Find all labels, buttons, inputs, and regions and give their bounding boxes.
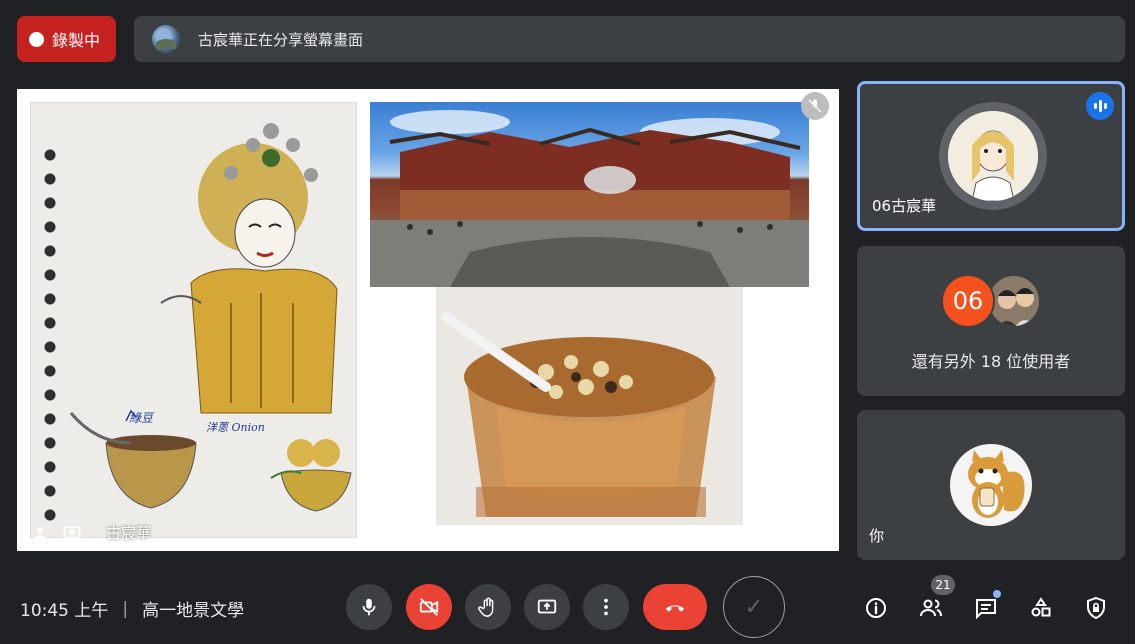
more-vert-icon — [604, 598, 608, 616]
avatar-image — [948, 111, 1038, 201]
camera-off-icon — [419, 598, 439, 616]
chat-notification-dot — [993, 590, 1001, 598]
meeting-separator: | — [122, 598, 129, 619]
record-dot-icon — [29, 31, 44, 47]
people-button[interactable] — [917, 594, 945, 622]
host-controls-button[interactable] — [1082, 594, 1110, 622]
screen-share-banner: 古宸華正在分享螢幕畫面 — [134, 16, 1125, 62]
participant-name: 你 — [869, 527, 885, 545]
others-count-text: 還有另外 18 位使用者 — [911, 352, 1071, 371]
participant-name: 06古宸華 — [872, 197, 937, 215]
meeting-info: 10:45 上午 | 高一地景文學 — [20, 596, 245, 622]
check-icon: ✓ — [744, 594, 764, 620]
present-button[interactable] — [524, 584, 570, 630]
check-button[interactable]: ✓ — [723, 576, 785, 638]
shield-lock-icon — [1087, 596, 1105, 620]
people-count-badge: 21 — [931, 575, 955, 595]
avatar — [987, 274, 1041, 328]
presenter-label: 古宸華 — [30, 522, 151, 543]
speaking-indicator-icon — [1086, 92, 1114, 120]
people-icon — [920, 599, 942, 617]
avatar — [950, 444, 1032, 526]
person-icon — [30, 523, 50, 543]
present-screen-icon — [537, 599, 557, 614]
others-avatars: 06 — [941, 274, 1041, 328]
present-screen-icon — [62, 523, 82, 543]
meet-window: 錄製中 古宸華正在分享螢幕畫面 綠豆 洋蔥 Onion 古宸華 06古宸華 06… — [0, 0, 1135, 644]
participant-initial-badge: 06 — [941, 274, 995, 328]
participant-tile-speaker[interactable]: 06古宸華 — [857, 81, 1125, 231]
avatar — [939, 102, 1047, 210]
mic-off-icon — [801, 92, 829, 120]
presenter-avatar — [152, 25, 180, 53]
hand-icon — [478, 597, 494, 617]
shared-screen: 綠豆 洋蔥 Onion 古宸華 — [17, 89, 839, 551]
info-icon — [866, 598, 886, 618]
hangup-button[interactable] — [643, 584, 707, 630]
hangup-icon — [665, 605, 685, 612]
recording-label: 錄製中 — [52, 31, 101, 50]
drawing-image: 綠豆 洋蔥 Onion — [30, 102, 357, 538]
meeting-details-button[interactable] — [862, 594, 890, 622]
handwriting-onion: 洋蔥 Onion — [206, 421, 265, 434]
mic-icon — [362, 598, 376, 616]
temple-photo — [370, 102, 809, 287]
share-banner-text: 古宸華正在分享螢幕畫面 — [198, 30, 364, 49]
camera-button[interactable] — [406, 584, 452, 630]
dessert-photo — [436, 287, 743, 525]
activities-icon — [1031, 597, 1051, 617]
handwriting-mung-bean: 綠豆 — [129, 411, 154, 425]
participant-tile-others[interactable]: 06 還有另外 18 位使用者 — [857, 246, 1125, 396]
presenter-name: 古宸華 — [106, 524, 152, 542]
meeting-title: 高一地景文學 — [142, 601, 245, 621]
activities-button[interactable] — [1027, 594, 1055, 622]
raise-hand-button[interactable] — [465, 584, 511, 630]
chat-icon — [976, 599, 996, 620]
recording-badge[interactable]: 錄製中 — [17, 16, 116, 62]
mic-button[interactable] — [346, 584, 392, 630]
participant-tile-self[interactable]: 你 — [857, 410, 1125, 560]
chat-button[interactable] — [972, 594, 1000, 622]
more-options-button[interactable] — [583, 584, 629, 630]
meeting-time: 10:45 上午 — [20, 601, 109, 621]
